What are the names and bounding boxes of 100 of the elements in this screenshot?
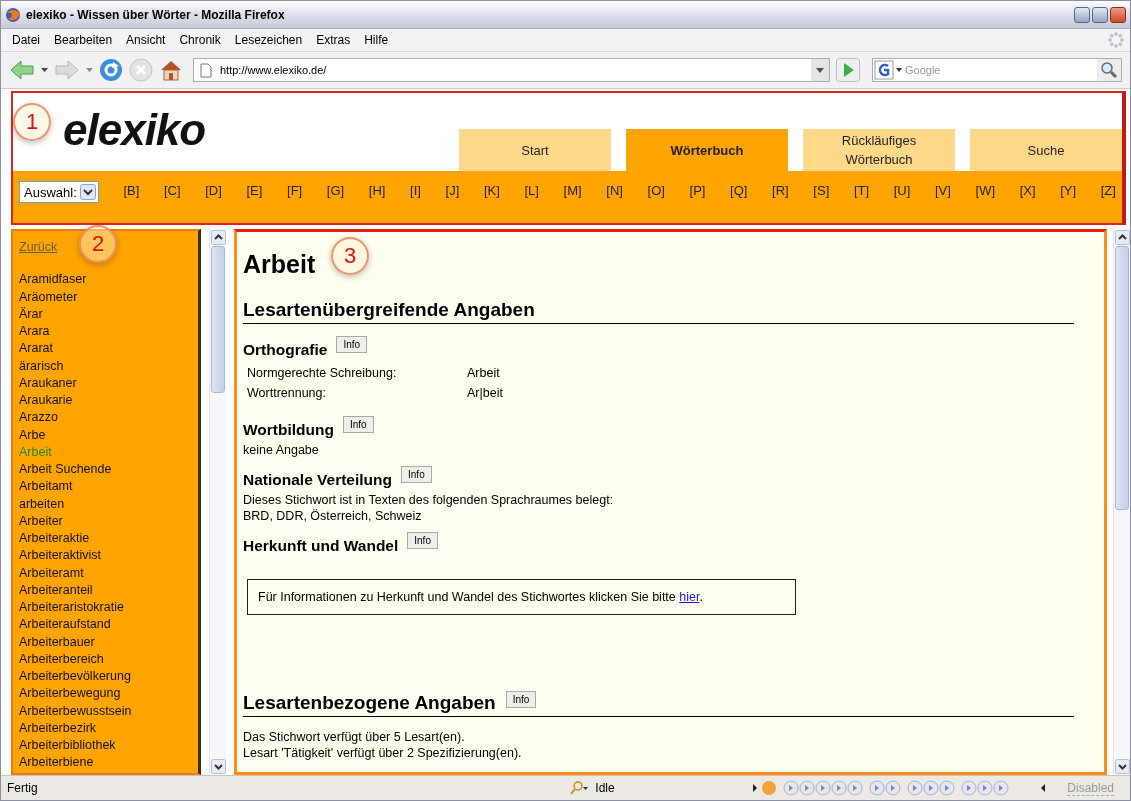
nav-tab[interactable]: Start [459,129,611,171]
menu-item[interactable]: Ansicht [121,31,175,49]
letter-link[interactable]: [D] [205,181,222,200]
word-link[interactable]: Arbeiterbereich [19,650,198,668]
close-button[interactable] [1110,6,1126,23]
letter-link[interactable]: [O] [647,181,665,200]
address-bar[interactable]: http://www.elexiko.de/ [193,58,830,82]
letter-link[interactable]: [M] [563,181,582,200]
letter-link[interactable]: [U] [893,181,911,200]
letter-link[interactable]: [Z] [1100,181,1116,200]
word-link[interactable]: Arbeiteraktivist [19,547,198,565]
scroll-down-icon[interactable] [211,759,226,774]
info-button[interactable]: Info [401,466,432,483]
menu-item[interactable]: Lesezeichen [229,31,312,49]
letter-link[interactable]: [J] [445,181,460,200]
letter-link[interactable]: [V] [934,181,951,200]
reload-icon[interactable] [99,58,123,82]
info-note: Für Informationen zu Herkunft und Wandel des Stichwortes klicken Sie bitte hier. [247,579,796,615]
letter-link[interactable]: [P] [689,181,706,200]
letter-link[interactable]: [Q] [730,181,748,200]
letter-link[interactable]: [W] [975,181,995,200]
word-link[interactable]: Ärar [19,305,198,323]
select-field[interactable]: Auswahl: [19,181,99,203]
subsection-heading: Herkunft und Wandel [243,537,399,555]
info-button[interactable]: Info [342,416,374,433]
nav-tab[interactable]: Wörterbuch [626,129,788,171]
word-link[interactable]: Arbeit Suchende [19,461,198,479]
menu-item[interactable]: Chronik [174,31,230,49]
info-button[interactable]: Info [505,691,537,708]
scroll-up-icon[interactable] [211,230,226,245]
word-link[interactable]: Arbe [19,426,198,444]
scrollbar[interactable] [209,229,226,775]
caret-icon[interactable] [41,68,48,72]
menu-item[interactable]: Datei [7,31,49,49]
letter-link[interactable]: [X] [1019,181,1036,200]
player-status: Idle [595,781,616,795]
entry-title: Arbeit [243,250,316,279]
maximize-button[interactable] [1092,6,1108,23]
here-link[interactable]: hier [679,590,700,604]
scroll-thumb[interactable] [211,246,225,393]
letter-link[interactable]: [N] [606,181,623,200]
word-link[interactable]: Arbeiteraktie [19,530,198,548]
search-bar[interactable]: Google [872,58,1122,82]
letter-link[interactable]: [H] [368,181,386,200]
player-state: Disabled [1067,780,1114,796]
scroll-thumb[interactable] [1115,246,1129,510]
word-link[interactable]: Arbeiteranteil [19,581,198,599]
word-link[interactable]: Arbeiter [19,512,198,530]
info-button[interactable]: Info [407,532,438,549]
word-link[interactable]: Arbeiterbezirk [19,719,198,737]
word-link[interactable]: Arbeiteramt [19,564,198,582]
word-link[interactable]: Arbeiterbauer [19,633,198,651]
info-button[interactable]: Info [336,336,368,353]
word-link[interactable]: Araukaner [19,374,198,392]
nav-tab[interactable]: Suche [970,129,1122,171]
letter-link[interactable]: [K] [483,181,500,200]
word-link[interactable]: Ararat [19,340,198,358]
letter-link[interactable]: [F] [287,181,303,200]
scroll-up-icon[interactable] [1115,230,1130,245]
home-icon[interactable] [159,58,183,82]
letter-link[interactable]: [G] [326,181,345,200]
callout-marker: 2 [79,225,117,263]
word-link[interactable]: Araukarie [19,392,198,410]
scroll-down-icon[interactable] [1115,759,1130,774]
site-logo[interactable]: elexiko [63,105,206,155]
letter-link[interactable]: [Y] [1060,181,1077,200]
word-link[interactable]: Arbeiteraristokratie [19,599,198,617]
word-link[interactable]: Arara [19,323,198,341]
window-title: elexiko - Wissen über Wörter - Mozilla Firefox [26,7,286,22]
word-link[interactable]: Arbeiterbibliothek [19,737,198,755]
letter-link[interactable]: [B] [123,181,140,200]
nav-tab[interactable]: Rückläufiges Wörterbuch [803,129,955,171]
letter-link[interactable]: [L] [524,181,539,200]
letter-link[interactable]: [S] [813,181,830,200]
search-icon[interactable] [1097,59,1121,81]
word-link[interactable]: arbeiten [19,495,198,513]
word-link[interactable]: Arbeitamt [19,478,198,496]
status-text: Fertig [7,781,38,795]
letter-link[interactable]: [C] [163,181,181,200]
word-link[interactable]: ärarisch [19,357,198,375]
word-link[interactable]: Arbeiterbiene [19,754,198,772]
word-link[interactable]: Aramidfaser [19,271,198,289]
word-link[interactable]: Arbeiteraufstand [19,616,198,634]
letter-link[interactable]: [I] [410,181,421,200]
menu-item[interactable]: Hilfe [359,31,398,49]
field-label: Worttrennung: [247,386,327,400]
letter-link[interactable]: [E] [246,181,263,200]
word-link[interactable]: Arbeiterbewusstsein [19,702,198,720]
minimize-button[interactable] [1074,6,1090,23]
menu-item[interactable]: Bearbeiten [49,31,122,49]
scrollbar[interactable] [1113,229,1130,775]
letter-link[interactable]: [R] [772,181,789,200]
letter-link[interactable]: [T] [853,181,870,200]
search-engine-icon[interactable] [873,59,903,81]
section-heading: Lesartenbezogene Angaben [243,692,496,714]
menu-item[interactable]: Extras [311,31,360,49]
word-link[interactable]: Arbeiterbewegung [19,685,198,703]
word-link[interactable]: Arazzo [19,409,198,427]
word-link[interactable]: Arbeiterbevölkerung [19,668,198,686]
word-link[interactable]: Aräometer [19,288,198,306]
